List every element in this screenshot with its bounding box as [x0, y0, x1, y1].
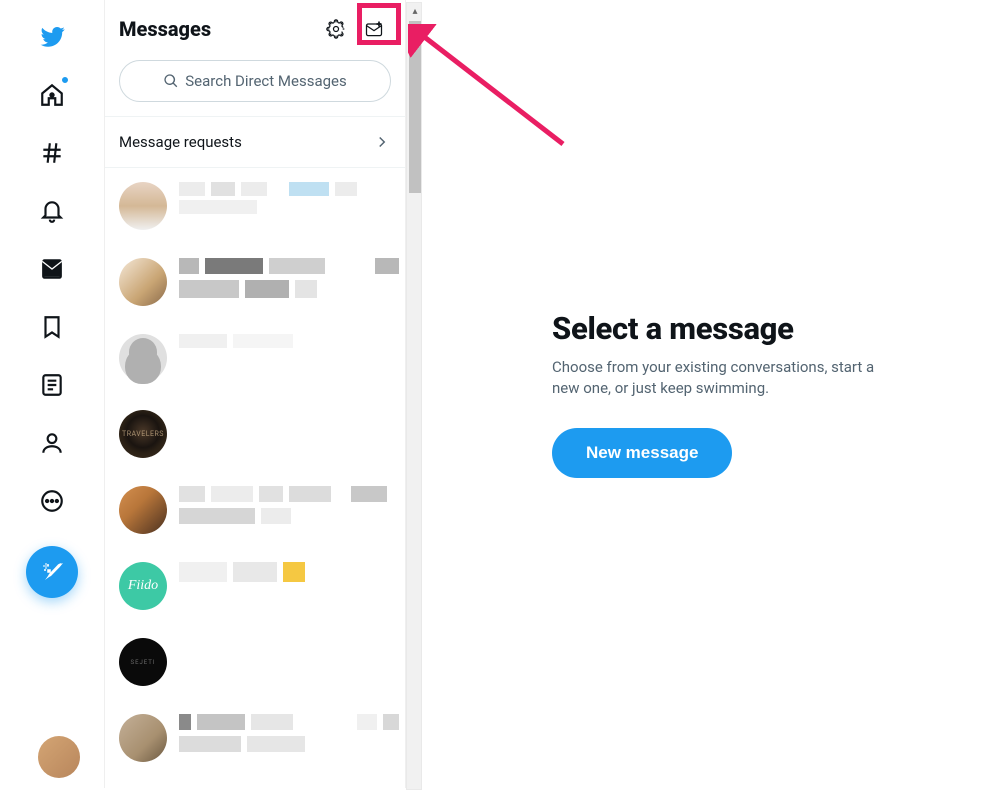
messages-header: Messages	[105, 0, 405, 56]
account-avatar[interactable]	[38, 736, 80, 778]
main-panel: Select a message Choose from your existi…	[406, 0, 1000, 788]
chevron-right-icon	[373, 133, 391, 151]
compose-tweet-button[interactable]	[26, 546, 78, 598]
search-wrap: Search Direct Messages	[105, 56, 405, 116]
avatar: TRAVELERS	[119, 410, 167, 458]
conversation-preview	[179, 182, 391, 230]
lists-icon[interactable]	[27, 360, 77, 410]
header-actions	[319, 12, 391, 46]
conversation-item[interactable]: SEJETI	[105, 624, 405, 700]
conversation-item[interactable]	[105, 244, 405, 320]
conversation-list: TRAVELERS Fiido SEJETI	[105, 168, 405, 788]
message-requests[interactable]: Message requests	[105, 116, 405, 168]
conversation-preview	[179, 714, 399, 762]
conversation-preview	[179, 486, 391, 534]
avatar	[119, 714, 167, 762]
conversation-item[interactable]	[105, 472, 405, 548]
conversation-item[interactable]: Fiido	[105, 548, 405, 624]
bookmarks-icon[interactable]	[27, 302, 77, 352]
avatar: SEJETI	[119, 638, 167, 686]
message-requests-label: Message requests	[119, 133, 242, 151]
conversation-preview	[179, 638, 391, 686]
avatar	[119, 258, 167, 306]
search-placeholder: Search Direct Messages	[185, 72, 346, 90]
new-message-icon[interactable]	[357, 12, 391, 46]
home-icon[interactable]	[27, 70, 77, 120]
conversation-preview	[179, 334, 391, 382]
conversation-item[interactable]: TRAVELERS	[105, 396, 405, 472]
main-title: Select a message	[552, 310, 892, 347]
conversation-item[interactable]	[105, 168, 405, 244]
more-icon[interactable]	[27, 476, 77, 526]
scroll-thumb[interactable]	[409, 21, 421, 193]
conversation-item[interactable]	[105, 320, 405, 396]
conversation-item[interactable]	[105, 700, 405, 776]
main-subtitle: Choose from your existing conversations,…	[552, 357, 892, 398]
notifications-icon[interactable]	[27, 186, 77, 236]
nav-rail	[0, 0, 104, 788]
conversation-preview	[179, 562, 391, 610]
profile-icon[interactable]	[27, 418, 77, 468]
avatar	[119, 182, 167, 230]
scrollbar[interactable]: ▴	[406, 2, 422, 790]
avatar: Fiido	[119, 562, 167, 610]
search-icon	[163, 73, 179, 89]
messages-icon[interactable]	[27, 244, 77, 294]
conversation-preview	[179, 410, 391, 458]
twitter-logo-icon[interactable]	[27, 12, 77, 62]
notification-dot-icon	[61, 76, 69, 84]
messages-title: Messages	[119, 17, 211, 41]
settings-icon[interactable]	[319, 12, 353, 46]
avatar	[119, 486, 167, 534]
new-message-button[interactable]: New message	[552, 428, 732, 478]
search-input[interactable]: Search Direct Messages	[119, 60, 391, 102]
messages-column: ▴ Messages Search Direct Messages Messag…	[104, 0, 406, 788]
avatar	[119, 334, 167, 382]
conversation-preview	[179, 258, 399, 306]
scroll-up-icon[interactable]: ▴	[407, 3, 423, 19]
explore-icon[interactable]	[27, 128, 77, 178]
